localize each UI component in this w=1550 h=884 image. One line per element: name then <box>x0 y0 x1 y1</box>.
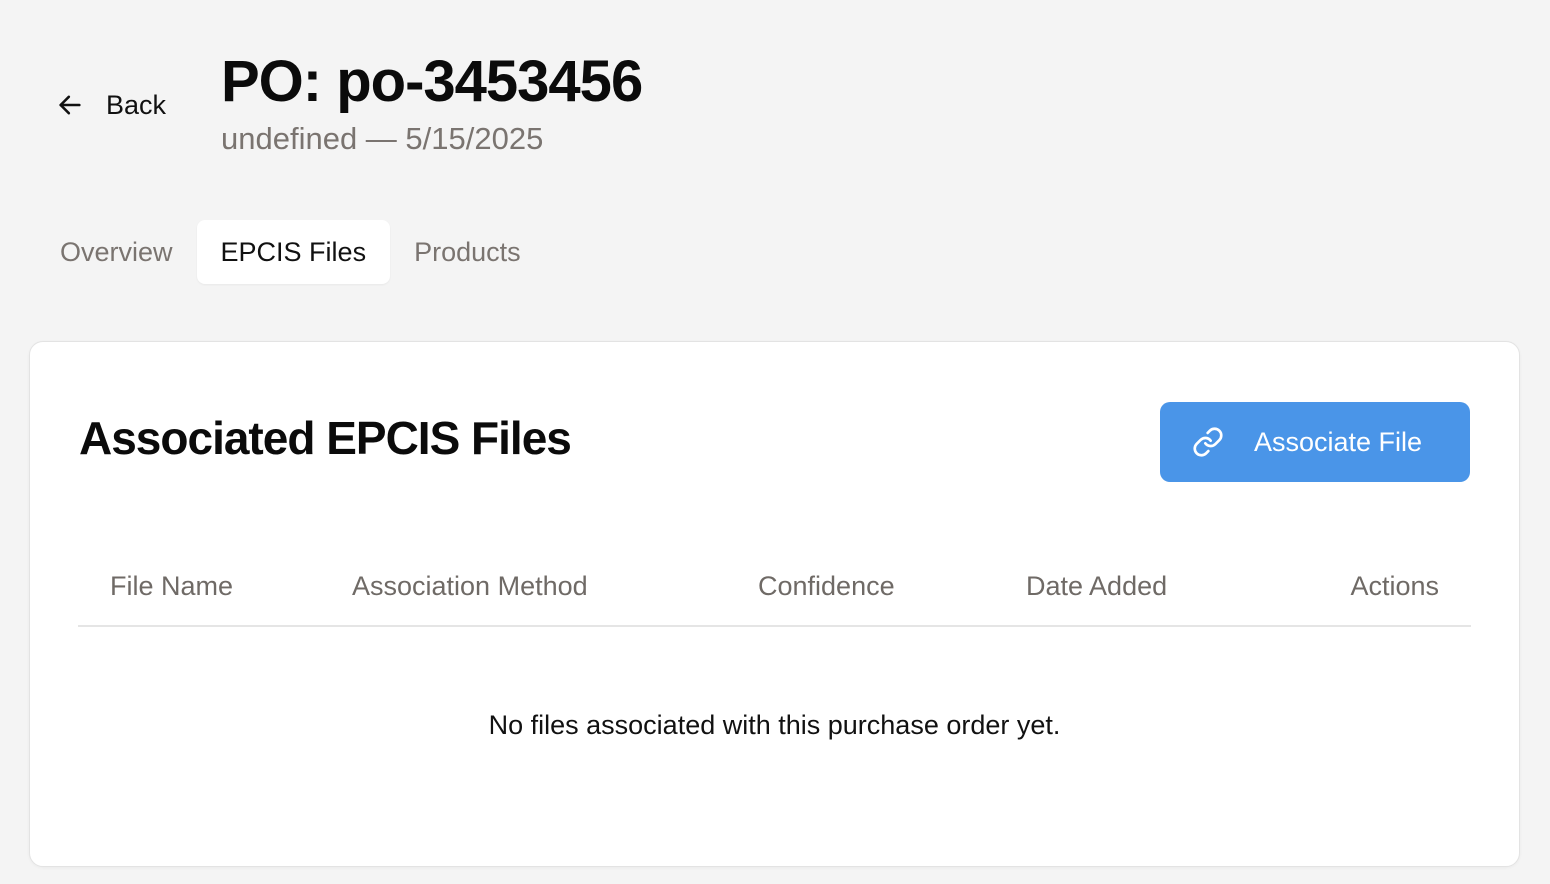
page-subtitle: undefined — 5/15/2025 <box>221 121 544 156</box>
tab-epcis-files[interactable]: EPCIS Files <box>196 220 391 284</box>
table-header: File Name Association Method Confidence … <box>78 547 1471 627</box>
back-label: Back <box>106 89 167 120</box>
page-title: PO: po-3453456 <box>221 49 643 114</box>
associate-file-label: Associate File <box>1254 426 1423 457</box>
tab-bar: Overview EPCIS Files Products <box>36 220 545 284</box>
empty-state-message: No files associated with this purchase o… <box>488 709 1061 740</box>
card-title: Associated EPCIS Files <box>79 412 572 464</box>
column-header-file-name: File Name <box>110 570 234 601</box>
column-header-association-method: Association Method <box>352 570 588 601</box>
files-table: File Name Association Method Confidence … <box>78 547 1471 823</box>
column-header-actions: Actions <box>1350 570 1439 601</box>
tab-overview[interactable]: Overview <box>36 220 197 284</box>
column-header-confidence: Confidence <box>758 570 895 601</box>
arrow-left-icon <box>56 91 84 119</box>
link-icon <box>1192 426 1224 458</box>
page: Back PO: po-3453456 undefined — 5/15/202… <box>0 0 1550 884</box>
back-button[interactable]: Back <box>50 80 172 130</box>
column-header-date-added: Date Added <box>1026 570 1168 601</box>
header: PO: po-3453456 undefined — 5/15/2025 <box>221 46 643 160</box>
tab-products[interactable]: Products <box>390 220 545 284</box>
epcis-files-card: Associated EPCIS Files Associate File Fi… <box>29 341 1520 867</box>
associate-file-button[interactable]: Associate File <box>1160 402 1470 482</box>
